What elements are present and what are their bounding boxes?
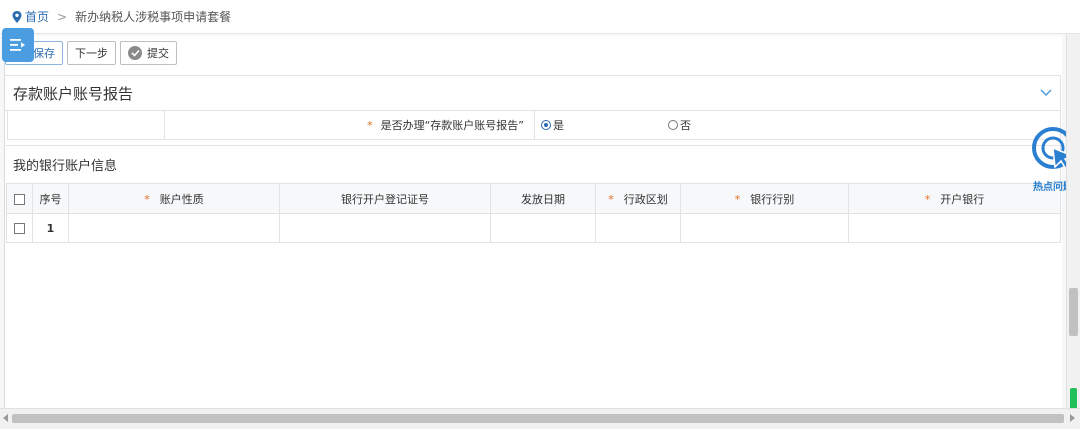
section-header[interactable]: 存款账户账号报告 <box>5 75 1061 111</box>
table-row[interactable]: 1 <box>6 213 1061 243</box>
col-header-label: 开户银行 <box>940 192 985 206</box>
registration-no-cell[interactable] <box>279 213 491 243</box>
scroll-right-arrow-icon[interactable] <box>1070 414 1075 422</box>
select-all-cell <box>6 183 33 214</box>
bank-type-cell[interactable] <box>680 213 849 243</box>
radio-no-label: 否 <box>680 119 691 132</box>
col-header-label: 行政区划 <box>623 192 668 206</box>
col-header-label: 银行开户登记证号 <box>341 192 429 206</box>
scroll-left-arrow-icon[interactable] <box>3 414 8 422</box>
col-header-issue-date: 发放日期 <box>490 183 596 214</box>
chevron-down-icon[interactable] <box>1040 89 1052 97</box>
submit-button-label: 提交 <box>147 47 169 60</box>
required-mark: * <box>734 192 741 206</box>
region-cell[interactable] <box>595 213 681 243</box>
row-select-cell <box>6 213 33 243</box>
horizontal-scroll-thumb[interactable] <box>12 414 1064 423</box>
scroll-indicator <box>1070 388 1077 410</box>
col-header-label: 银行行别 <box>750 192 795 206</box>
radio-yes[interactable]: 是 <box>541 117 564 133</box>
col-header-bank-type: * 银行行别 <box>680 183 849 214</box>
bank-account-table: 序号 * 账户性质 银行开户登记证号 发放日期 * 行政区划 * 银行行别 * 开户银行… <box>6 183 1061 243</box>
question-empty-cell <box>8 111 165 139</box>
issue-date-cell[interactable] <box>490 213 596 243</box>
bank-section-title: 我的银行账户信息 <box>6 145 1061 183</box>
col-header-label: 序号 <box>39 192 62 206</box>
required-mark: * <box>144 192 150 206</box>
submit-button[interactable]: 提交 <box>120 41 177 65</box>
question-label-cell: * 是否办理“存款账户账号报告” <box>165 111 535 139</box>
location-pin-icon <box>12 10 22 23</box>
question-options-cell: 是 否 <box>535 111 1060 139</box>
row-checkbox[interactable] <box>14 223 25 234</box>
vertical-scroll-thumb[interactable] <box>1069 288 1078 336</box>
breadcrumb-separator: > <box>57 9 68 24</box>
col-header-account-type: * 账户性质 <box>68 183 280 214</box>
question-row: * 是否办理“存款账户账号报告” 是 否 <box>7 111 1061 140</box>
col-header-label: 发放日期 <box>521 192 565 206</box>
radio-yes-label: 是 <box>553 119 564 132</box>
check-circle-icon <box>128 46 142 60</box>
radio-no-indicator[interactable] <box>668 120 678 130</box>
radio-no[interactable]: 否 <box>668 117 691 133</box>
row-index: 1 <box>46 221 55 235</box>
menu-toggle-button[interactable] <box>2 28 34 62</box>
col-header-registration-no: 银行开户登记证号 <box>279 183 491 214</box>
account-type-cell[interactable] <box>68 213 280 243</box>
menu-indent-icon <box>10 39 25 51</box>
required-mark: * <box>367 118 373 132</box>
required-mark: * <box>924 192 931 206</box>
opening-bank-cell[interactable] <box>848 213 1061 243</box>
breadcrumb-home-link[interactable]: 首页 <box>25 8 49 25</box>
row-index-cell: 1 <box>32 213 69 243</box>
form-panel: 保存 下一步 提交 存款账户账号报告 * 是否办理“存款账户账号报告” 是 否 … <box>4 36 1062 408</box>
horizontal-scrollbar[interactable] <box>0 408 1080 429</box>
vertical-scrollbar[interactable] <box>1066 34 1080 410</box>
col-header-region: * 行政区划 <box>595 183 681 214</box>
radio-yes-indicator[interactable] <box>541 120 551 130</box>
required-mark: * <box>608 192 614 206</box>
col-header-index: 序号 <box>32 183 69 214</box>
breadcrumb-current: 新办纳税人涉税事项申请套餐 <box>75 10 232 24</box>
table-header-row: 序号 * 账户性质 银行开户登记证号 发放日期 * 行政区划 * 银行行别 * 开户银行 <box>6 183 1061 214</box>
col-header-label: 账户性质 <box>159 192 204 206</box>
breadcrumb: 首页 > 新办纳税人涉税事项申请套餐 <box>0 0 1080 34</box>
question-label: 是否办理“存款账户账号报告” <box>380 119 524 132</box>
select-all-checkbox[interactable] <box>14 193 25 205</box>
content-frame: 保存 下一步 提交 存款账户账号报告 * 是否办理“存款账户账号报告” 是 否 … <box>0 34 1066 408</box>
section-title: 存款账户账号报告 <box>13 84 134 103</box>
next-step-button[interactable]: 下一步 <box>67 41 116 65</box>
